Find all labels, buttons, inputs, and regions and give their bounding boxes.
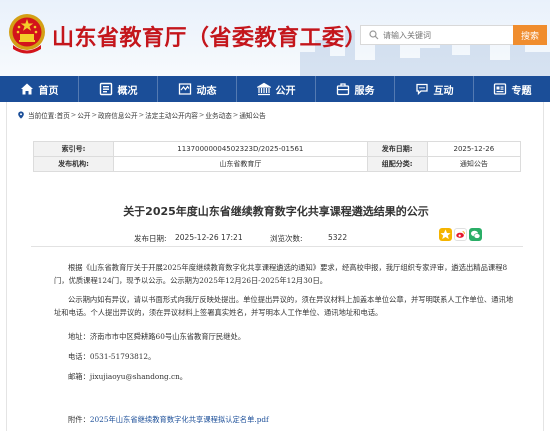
index-value: 11370000004502323D/2025-01561 [113,141,368,157]
attachment: 附件：2025年山东省继续教育数字化共享课程拟认定名单.pdf [68,415,269,425]
breadcrumb-separator: > [138,111,145,119]
breadcrumb-prefix: 当前位置: [28,112,57,120]
nav-item-service[interactable]: 服务 [316,76,394,102]
contact-email: 邮箱：jixujiaoyu@shandong.cn。 [68,372,188,381]
nav-label: 公开 [275,85,296,97]
qzone-share-icon[interactable] [439,228,452,241]
search-button[interactable]: 搜索 [513,25,547,45]
meta-row: 索引号: 11370000004502323D/2025-01561 发布日期:… [33,141,522,157]
view-count-value: 5322 [328,233,348,242]
weibo-share-icon[interactable] [454,228,467,241]
org-label: 发布机构: [33,156,114,172]
meta-row: 发布机构: 山东省教育厅 组配分类: 通知公告 [33,156,522,172]
nav-item-overview[interactable]: 概况 [79,76,157,102]
breadcrumb-separator: > [198,111,205,119]
service-icon [336,83,349,96]
share-buttons [439,228,482,241]
breadcrumb-link-home[interactable]: 首页 [57,110,70,120]
category-label: 组配分类: [366,156,428,172]
breadcrumb-link-open[interactable]: 公开 [77,110,90,120]
article-info-bar: 发布日期: 2025-12-26 17:21 浏览次数: 5322 [31,227,523,247]
contact-phone: 电话：0531-51793812。 [68,352,156,361]
nav-item-news[interactable]: 动态 [158,76,236,102]
breadcrumb-link-business[interactable]: 业务动态 [205,110,231,120]
home-icon [20,83,33,95]
news-icon [178,83,191,95]
article-paragraph-2: 公示期内如有异议，请以书面形式向我厅反映处提出。单位提出异议的，须在异议材料上加… [54,295,514,317]
publish-date-label: 发布日期: [366,141,428,157]
index-label: 索引号: [33,141,114,157]
wechat-share-icon[interactable] [469,228,482,241]
nav-label: 动态 [196,85,217,97]
article-paragraph-1: 根据《山东省教育厅关于开展2025年度继续教育数字化共享课程遴选的通知》要求，经… [54,263,508,285]
category-value: 通知公告 [426,156,522,172]
search-icon [369,30,379,40]
overview-icon [99,82,112,96]
breadcrumb-link-notices[interactable]: 通知公告 [239,110,265,120]
breadcrumb-separator: > [91,111,98,119]
open-icon [256,82,271,96]
breadcrumb-separator: > [232,111,239,119]
contact-address: 地址：济南市市中区舜耕路60号山东省教育厅民继处。 [68,332,246,341]
topic-icon [493,83,506,95]
attachment-label: 附件： [68,415,90,424]
breadcrumb-separator: > [70,111,77,119]
org-value: 山东省教育厅 [113,156,368,172]
breadcrumb-link-statutory[interactable]: 法定主动公开内容 [145,110,198,120]
breadcrumb-link-gov-info[interactable]: 政府信息公开 [98,110,138,120]
location-icon [18,111,24,119]
interaction-icon [415,83,428,96]
nav-item-interaction[interactable]: 互动 [395,76,473,102]
nav-label: 互动 [433,85,454,97]
main-nav: 首页 概况 动态 公开 服务 互动 专题 [0,76,550,102]
content-panel: 当前位置: 首页 > 公开 > 政府信息公开 > 法定主动公开内容 > 业务动态 > 通知… [6,102,544,431]
meta-table: 索引号: 11370000004502323D/2025-01561 发布日期:… [33,141,522,172]
nav-label: 服务 [354,85,375,97]
publish-date-label: 发布日期: [134,234,167,243]
search-box[interactable] [360,25,514,45]
nav-item-open[interactable]: 公开 [237,76,315,102]
nav-item-topic[interactable]: 专题 [474,76,550,102]
publish-date-value: 2025-12-26 17:21 [175,233,243,242]
article-title: 关于2025年度山东省继续教育数字化共享课程遴选结果的公示 [123,205,429,218]
site-header: 山东省教育厅（省委教育工委） 搜索 [0,0,550,76]
site-title: 山东省教育厅（省委教育工委） [52,26,368,51]
nav-item-home[interactable]: 首页 [0,76,78,102]
national-emblem-icon [9,14,45,54]
view-count-label: 浏览次数: [270,234,303,243]
nav-label: 概况 [117,85,138,97]
breadcrumb: 当前位置: 首页 > 公开 > 政府信息公开 > 法定主动公开内容 > 业务动态 > 通知… [17,110,266,120]
attachment-link[interactable]: 2025年山东省继续教育数字化共享课程拟认定名单.pdf [90,415,269,424]
nav-label: 首页 [38,85,59,97]
publish-date-value: 2025-12-26 [426,141,522,157]
nav-label: 专题 [511,85,532,97]
search-input[interactable] [383,30,503,40]
